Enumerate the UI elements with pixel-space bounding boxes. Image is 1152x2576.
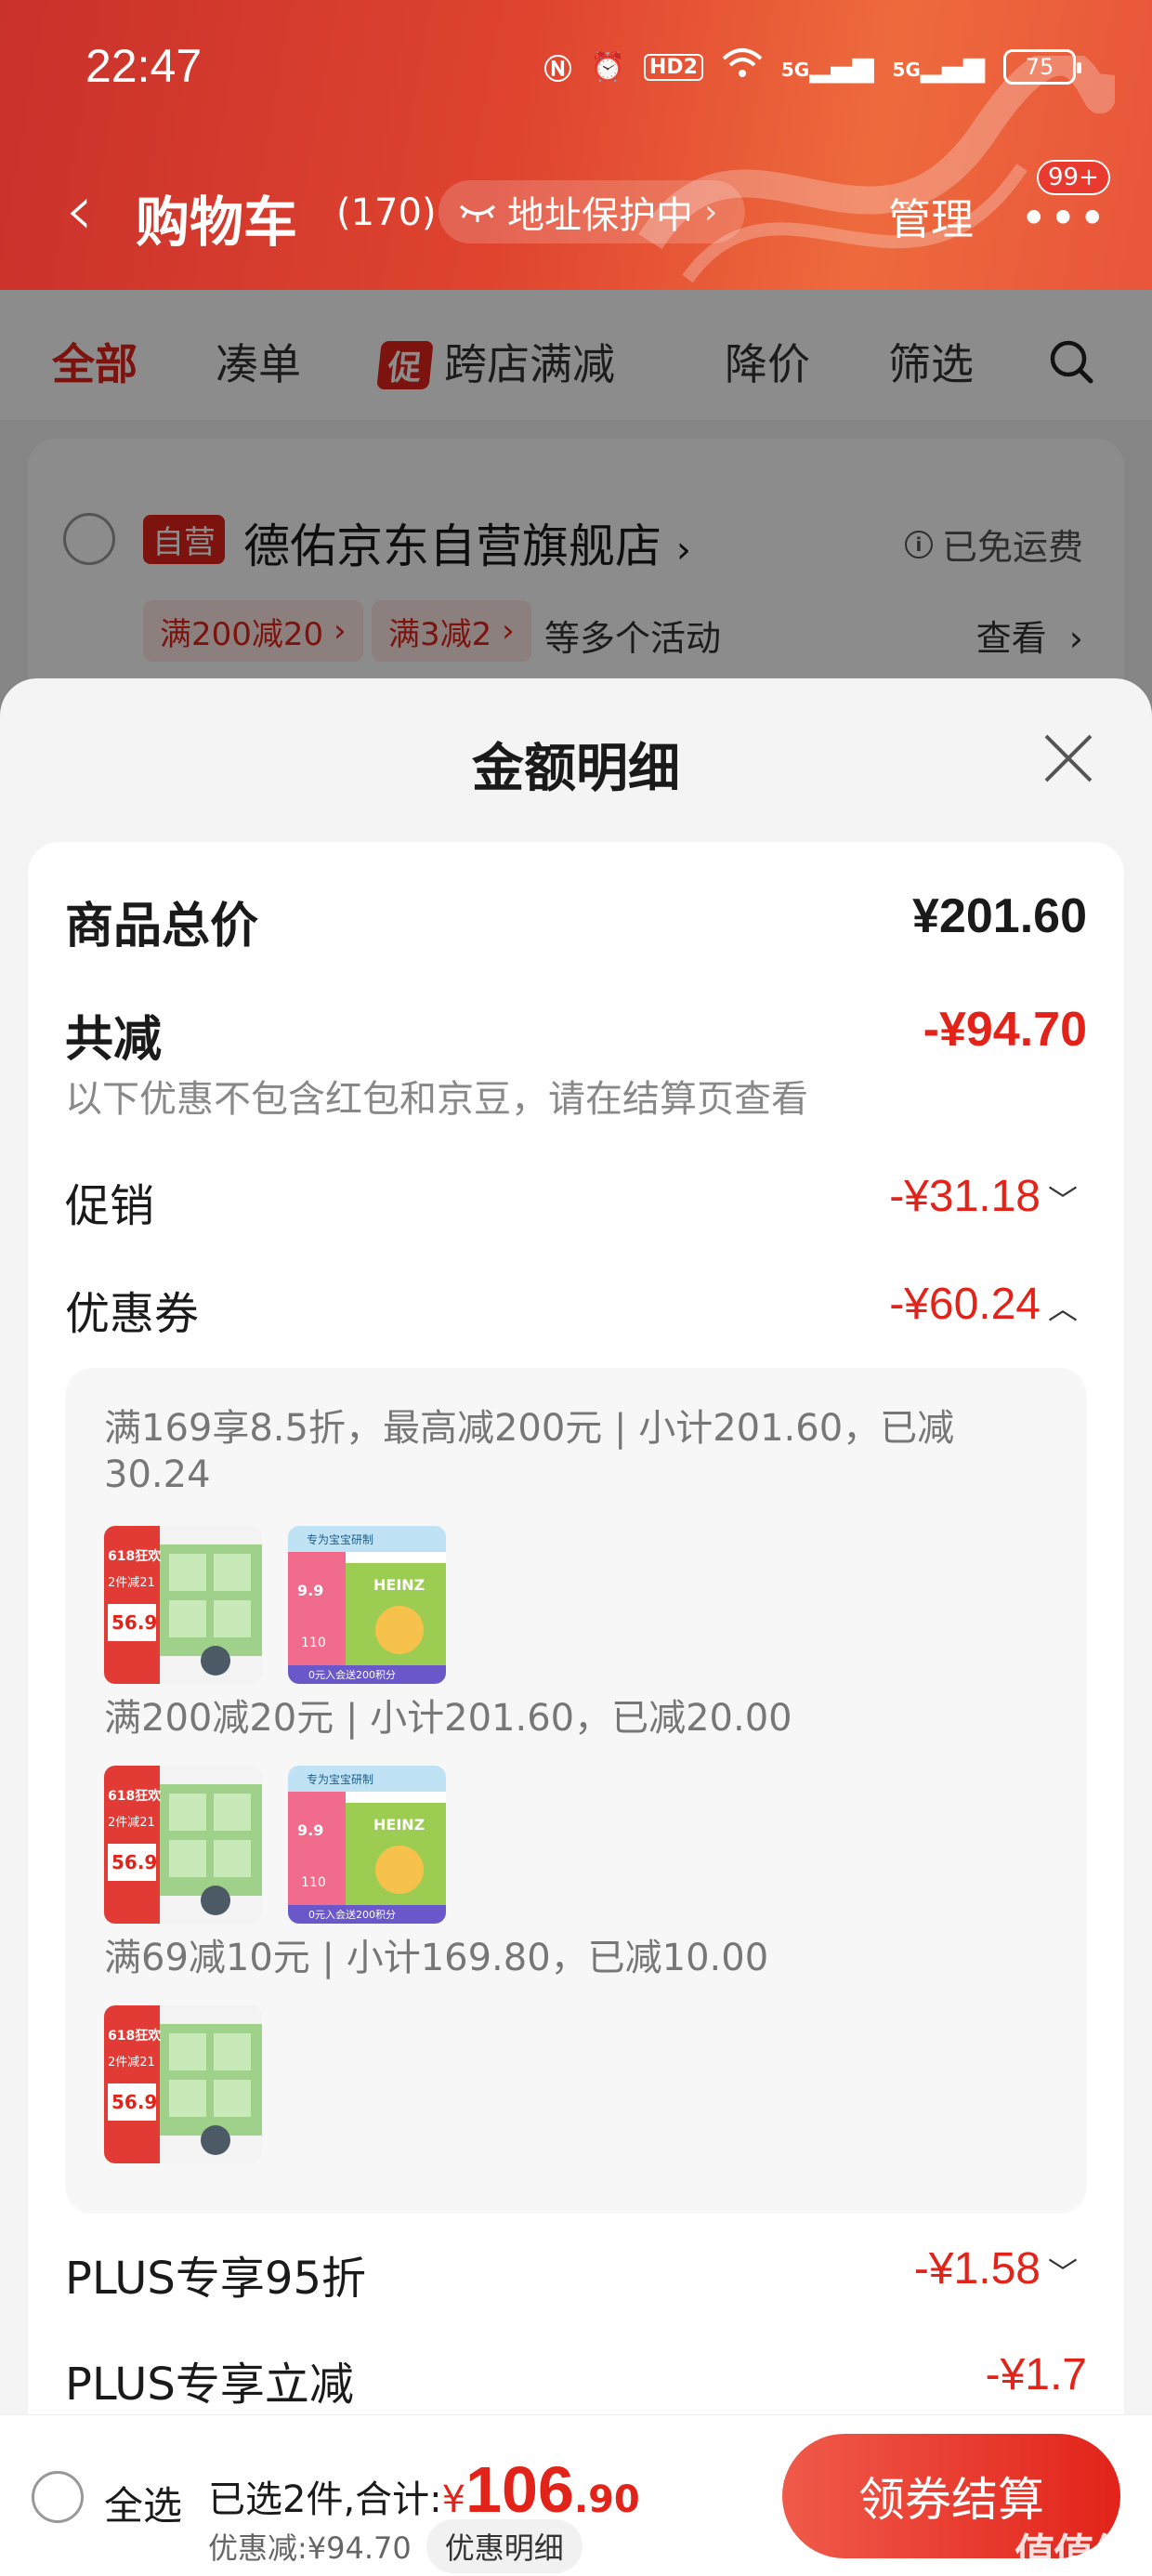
- total-line: 已选2件,合计:¥106.90: [208, 2452, 640, 2527]
- product-thumb-tissue[interactable]: 618狂欢 2件减21 56.9: [104, 2005, 262, 2163]
- thumb-tissue-top: 618狂欢: [108, 1549, 162, 1564]
- reduce-hint: 以下优惠不包含红包和京豆，请在结算页查看: [65, 1078, 808, 1121]
- thumb-heinz-brand: HEINZ: [373, 1576, 425, 1594]
- coupon-1-text: 满169享8.5折，最高减200元 | 小计201.60，已减30.24: [104, 1407, 955, 1496]
- select-all-label[interactable]: 全选: [104, 2475, 182, 2531]
- watermark-url: zhizhizhi.com: [1022, 2557, 1123, 2575]
- product-thumb-heinz[interactable]: 专为宝宝研制 HEINZ 9.9 110 0元入会送200积分: [288, 1766, 446, 1924]
- plus-reduce-label: PLUS专享立减: [65, 2359, 354, 2411]
- chevron-down-icon: ﹀: [1047, 1184, 1078, 1218]
- thumb-tissue-promo: 2件减21: [108, 1576, 155, 1590]
- modal-backdrop[interactable]: [0, 290, 1152, 717]
- currency-symbol: ¥: [441, 2478, 466, 2521]
- selected-prefix: 已选2件,合计:: [208, 2478, 442, 2521]
- coupon-row[interactable]: -¥60.24 ︿: [889, 1279, 1078, 1330]
- close-icon[interactable]: [1042, 732, 1094, 784]
- thumb-tissue-price: 56.9: [111, 1611, 158, 1634]
- cart-count: (170): [336, 191, 437, 234]
- thumb-tissue-promo: 2件减21: [108, 1816, 155, 1830]
- coupon-2-text: 满200减20元 | 小计201.60，已减20.00: [104, 1697, 792, 1740]
- coupon-3-text: 满69减10元 | 小计169.80，已减10.00: [104, 1937, 769, 1979]
- thumb-tissue-price: 56.9: [111, 1851, 158, 1873]
- coupon-label: 优惠券: [65, 1288, 200, 1340]
- select-all-radio[interactable]: [32, 2471, 84, 2523]
- promo-value: -¥31.18: [889, 1172, 1041, 1221]
- discount-detail-button[interactable]: 优惠明细: [425, 2519, 583, 2573]
- plus95-value: -¥1.58: [913, 2244, 1041, 2293]
- status-icons: Ⓝ ⏰ HD2 5G▂▄▆ 5G▂▄▆ 75: [543, 46, 1081, 87]
- product-thumb-heinz[interactable]: 专为宝宝研制 HEINZ 9.9 110 0元入会送200积分: [288, 1526, 446, 1684]
- promo-label: 促销: [65, 1180, 155, 1232]
- thumb-heinz-price2: 110: [301, 1875, 326, 1890]
- product-thumb-tissue[interactable]: 618狂欢 2件减21 56.9: [104, 1766, 262, 1924]
- address-protection-label: 地址保护中: [507, 194, 693, 237]
- discount-line: 优惠减:¥94.70 优惠明细: [208, 2519, 583, 2573]
- coupon-value: -¥60.24: [889, 1280, 1041, 1329]
- chevron-down-icon: ﹀: [1047, 2256, 1078, 2291]
- thumb-heinz-price: 9.9: [297, 1582, 324, 1599]
- plus95-row[interactable]: -¥1.58 ﹀: [914, 2243, 1078, 2294]
- nav-bar: ‹ 购物车 (170) 地址保护中 › 管理 ••• 99+: [0, 160, 1152, 260]
- battery-icon: 75: [1003, 49, 1081, 85]
- total-reduce-label: 共减: [65, 1012, 163, 1068]
- nfc-icon: Ⓝ: [543, 54, 572, 86]
- address-protection-button[interactable]: 地址保护中 ›: [439, 180, 746, 243]
- thumb-tissue-price: 56.9: [111, 2091, 158, 2113]
- message-badge: 99+: [1037, 160, 1110, 195]
- total-reduce-value: -¥94.70: [923, 1003, 1087, 1057]
- thumb-heinz-price: 9.9: [297, 1821, 324, 1839]
- chevron-up-icon: ︿: [1047, 1292, 1078, 1326]
- hd-icon: HD2: [643, 53, 703, 81]
- thumb-tissue-promo: 2件减21: [108, 2056, 155, 2070]
- plus-reduce-value: -¥1.7: [985, 2350, 1087, 2399]
- thumb-tissue-top: 618狂欢: [108, 1789, 162, 1804]
- network-label-1: 5G: [780, 58, 810, 81]
- thumb-heinz-top: 专为宝宝研制: [307, 1773, 374, 1786]
- promo-row[interactable]: -¥31.18 ﹀: [889, 1171, 1078, 1222]
- signal-icon-2: 5G▂▄▆: [892, 50, 985, 84]
- wifi-icon: [722, 47, 763, 86]
- total-amount-int: 106: [465, 2453, 574, 2526]
- total-price-label: 商品总价: [65, 899, 259, 954]
- thumb-heinz-bottom: 0元入会送200积分: [308, 1669, 396, 1681]
- thumb-heinz-price2: 110: [301, 1636, 326, 1650]
- header: 22:47 Ⓝ ⏰ HD2 5G▂▄▆ 5G▂▄▆ 75 ‹ 购物车 (170)…: [0, 0, 1152, 290]
- thumb-heinz-top: 专为宝宝研制: [307, 1533, 374, 1546]
- status-bar: 22:47 Ⓝ ⏰ HD2 5G▂▄▆ 5G▂▄▆ 75: [0, 0, 1152, 139]
- amount-detail-sheet: 金额明细 商品总价 ¥201.60 共减 -¥94.70 以下优惠不包含红包和京…: [0, 678, 1152, 2576]
- heinz-product-image: [288, 1766, 446, 1924]
- coupon-detail-box: 满169享8.5折，最高减200元 | 小计201.60，已减30.24 618…: [65, 1368, 1087, 2214]
- thumb-heinz-bottom: 0元入会送200积分: [308, 1909, 396, 1921]
- plus95-label: PLUS专享95折: [65, 2253, 366, 2305]
- discount-amount: 优惠减:¥94.70: [208, 2530, 412, 2566]
- signal-icon-1: 5G▂▄▆: [780, 50, 874, 84]
- product-thumb-tissue[interactable]: 618狂欢 2件减21 56.9: [104, 1526, 262, 1684]
- status-time: 22:47: [85, 40, 203, 92]
- checkout-bar: 全选 已选2件,合计:¥106.90 优惠减:¥94.70 优惠明细 领券结算: [0, 2414, 1152, 2576]
- more-icon[interactable]: •••: [1020, 195, 1107, 242]
- thumb-heinz-brand: HEINZ: [373, 1816, 425, 1833]
- thumb-tissue-top: 618狂欢: [108, 2029, 162, 2044]
- back-arrow-icon[interactable]: ‹: [65, 175, 93, 245]
- manage-button[interactable]: 管理: [888, 186, 974, 247]
- alarm-icon: ⏰: [590, 50, 625, 84]
- chevron-right-icon: ›: [704, 192, 718, 231]
- amount-detail-card: 商品总价 ¥201.60 共减 -¥94.70 以下优惠不包含红包和京豆，请在结…: [28, 842, 1124, 2576]
- eye-closed-icon: [459, 204, 496, 222]
- network-label-2: 5G: [892, 58, 921, 81]
- sheet-title: 金额明细: [472, 739, 680, 799]
- total-amount-dec: .90: [573, 2478, 640, 2521]
- heinz-product-image: [288, 1526, 446, 1684]
- total-price-value: ¥201.60: [912, 889, 1087, 943]
- page-title: 购物车: [136, 191, 298, 254]
